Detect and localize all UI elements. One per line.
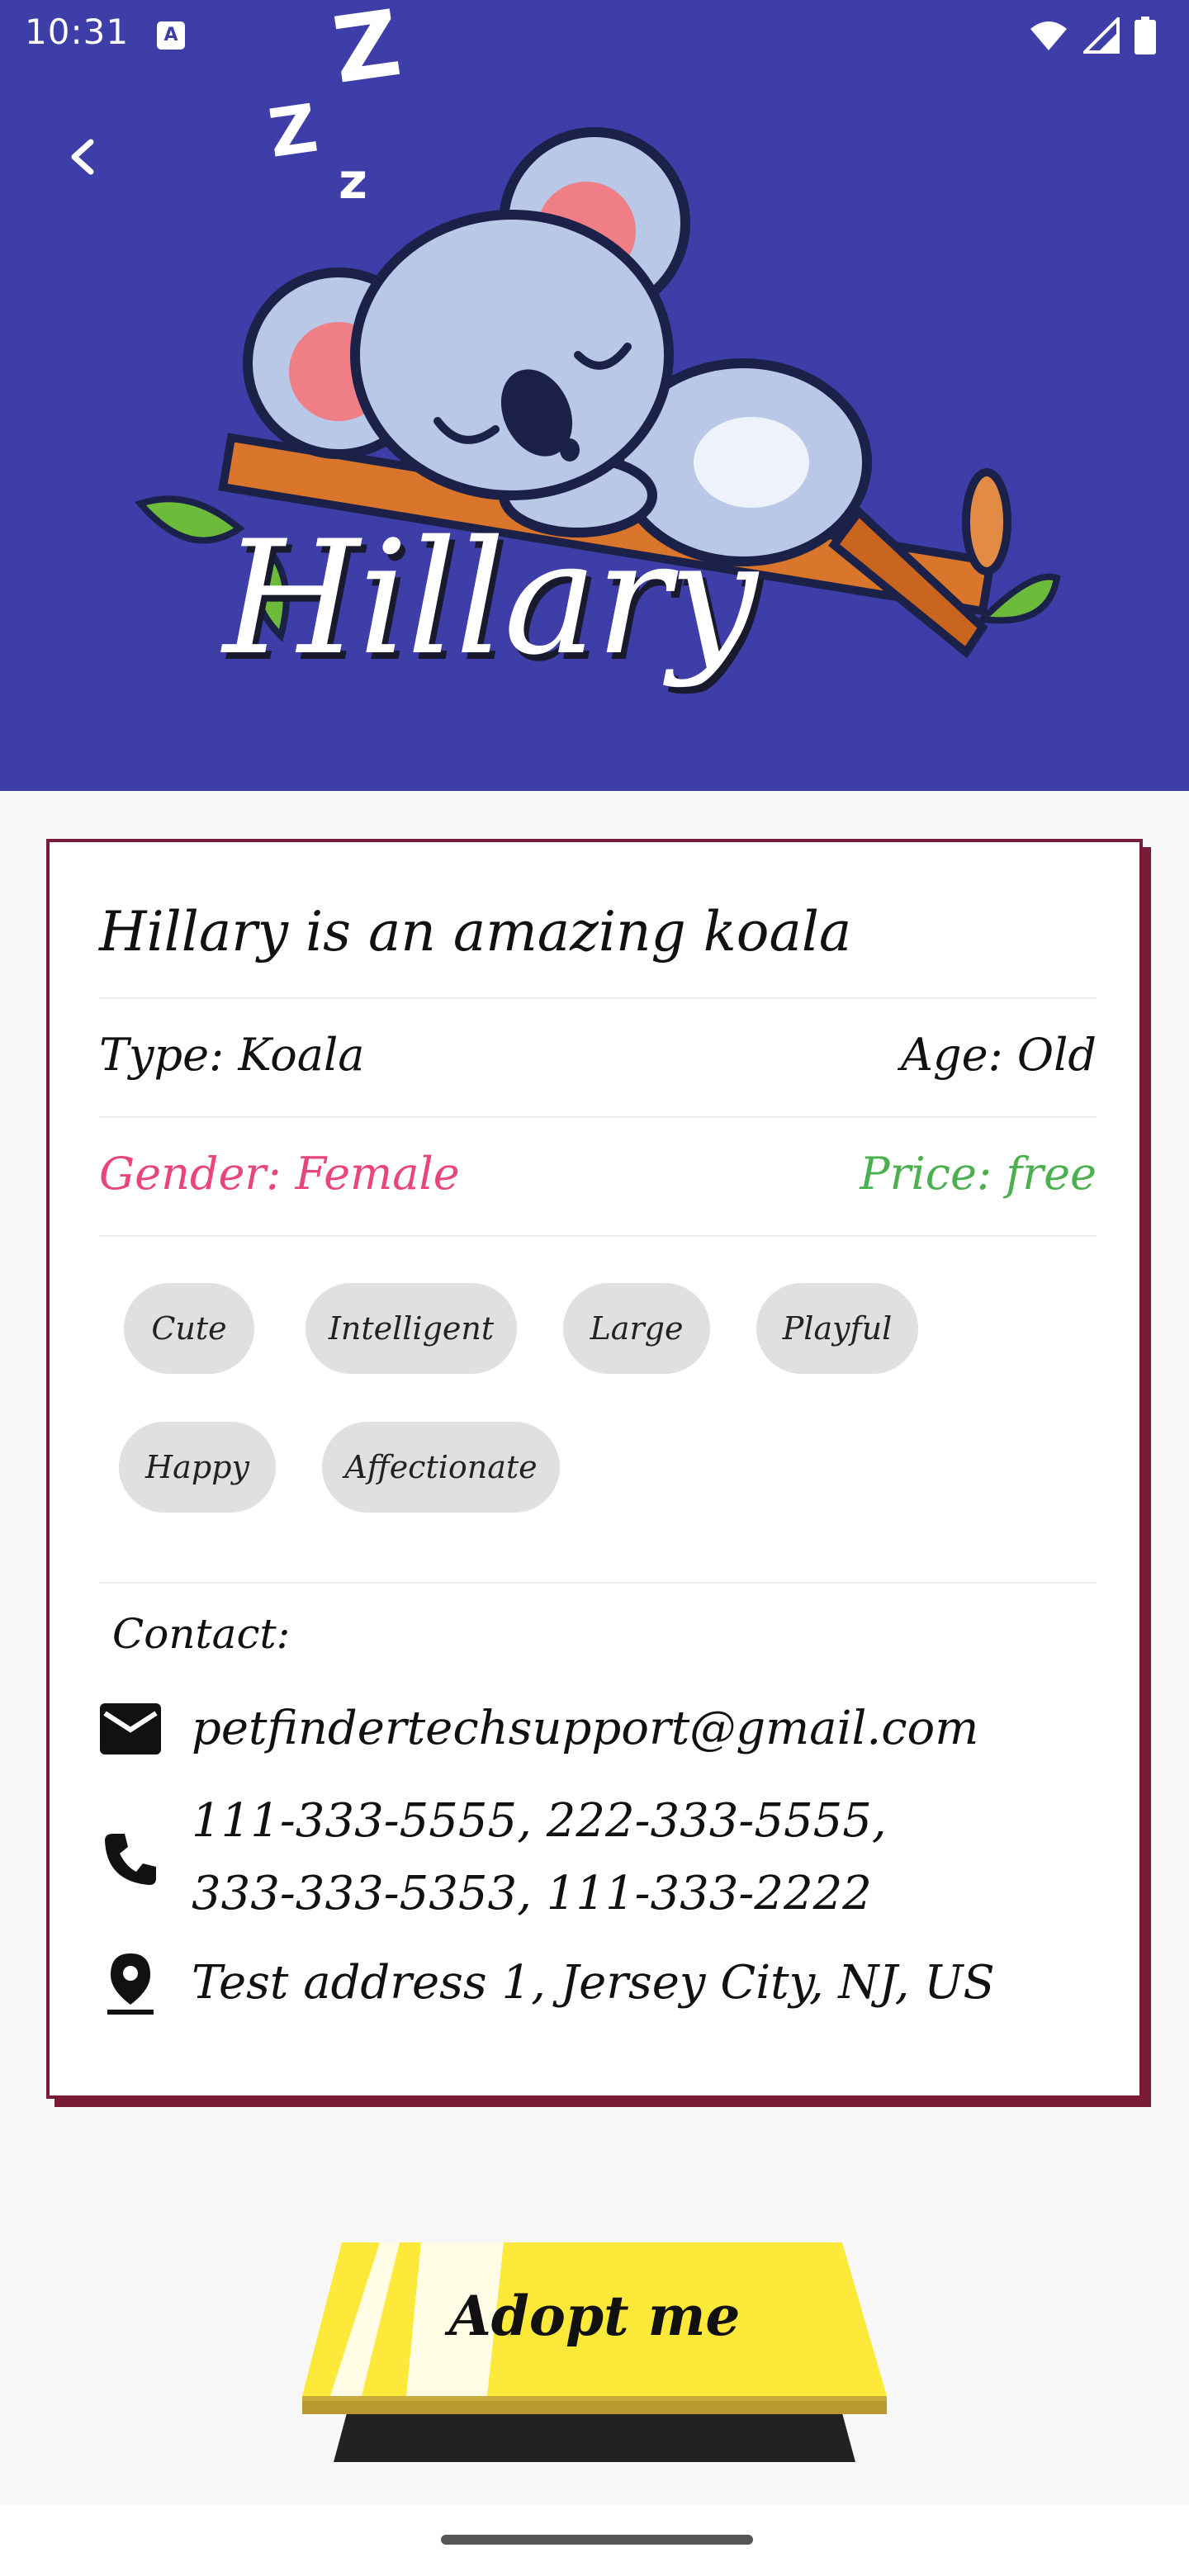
- status-time: 10:31: [25, 12, 130, 52]
- contact-email-row[interactable]: petfindertechsupport@gmail.com: [99, 1693, 1097, 1767]
- adopt-me-button[interactable]: Adopt me: [297, 2239, 892, 2462]
- contact-phones-line-1[interactable]: 111-333-5555, 222-333-5555,: [192, 1785, 887, 1858]
- tag-chip: Happy: [119, 1422, 276, 1513]
- contact-email[interactable]: petfindertechsupport@gmail.com: [192, 1693, 978, 1765]
- wifi-icon: [1030, 21, 1067, 50]
- pet-header: Z Z z Hillary 10:31 A: [0, 0, 1189, 791]
- pet-name-title: Hillary: [223, 507, 757, 689]
- tag-chip: Cute: [124, 1283, 254, 1374]
- app-notification-icon: A: [157, 21, 185, 50]
- pet-age: Age: Old: [901, 1029, 1097, 1081]
- tag-chip: Large: [563, 1283, 710, 1374]
- divider: [99, 1235, 1097, 1237]
- pet-price: Price: free: [860, 1148, 1097, 1200]
- contact-heading: Contact:: [112, 1610, 291, 1658]
- divider: [99, 997, 1097, 999]
- status-icons: [1029, 17, 1156, 54]
- divider: [99, 1116, 1097, 1118]
- chevron-left-icon: [71, 139, 94, 175]
- divider: [99, 1582, 1097, 1584]
- contact-phones-line-2[interactable]: 333-333-5353, 111-333-2222: [192, 1858, 872, 1930]
- svg-text:z: z: [339, 153, 367, 211]
- pet-gender: Gender: Female: [99, 1148, 460, 1200]
- back-button[interactable]: [50, 124, 116, 190]
- tag-chip: Affectionate: [322, 1422, 560, 1513]
- phone-icon: [99, 1828, 162, 1891]
- adopt-button-shape: [302, 2242, 887, 2462]
- svg-text:Z: Z: [264, 90, 322, 173]
- location-pin-icon: [99, 1952, 162, 2015]
- signal-icon: [1083, 17, 1120, 54]
- contact-address[interactable]: Test address 1, Jersey City, NJ, US: [192, 1947, 995, 2020]
- status-bar: 10:31 A: [0, 0, 1189, 69]
- contact-address-row[interactable]: Test address 1, Jersey City, NJ, US: [99, 1947, 1097, 2021]
- tag-chip: Playful: [756, 1283, 918, 1374]
- tag-chip: Intelligent: [306, 1283, 517, 1374]
- pet-type: Type: Koala: [99, 1029, 365, 1081]
- home-indicator[interactable]: [441, 2535, 753, 2545]
- contact-phone-row[interactable]: 111-333-5555, 222-333-5555, 333-333-5353…: [99, 1785, 1097, 1934]
- adopt-me-label: Adopt me: [448, 2284, 741, 2348]
- mail-icon: [99, 1698, 162, 1760]
- battery-icon: [1135, 17, 1156, 54]
- pet-headline: Hillary is an amazing koala: [99, 900, 852, 964]
- pet-details-card: Hillary is an amazing koala Type: Koala …: [46, 839, 1143, 2099]
